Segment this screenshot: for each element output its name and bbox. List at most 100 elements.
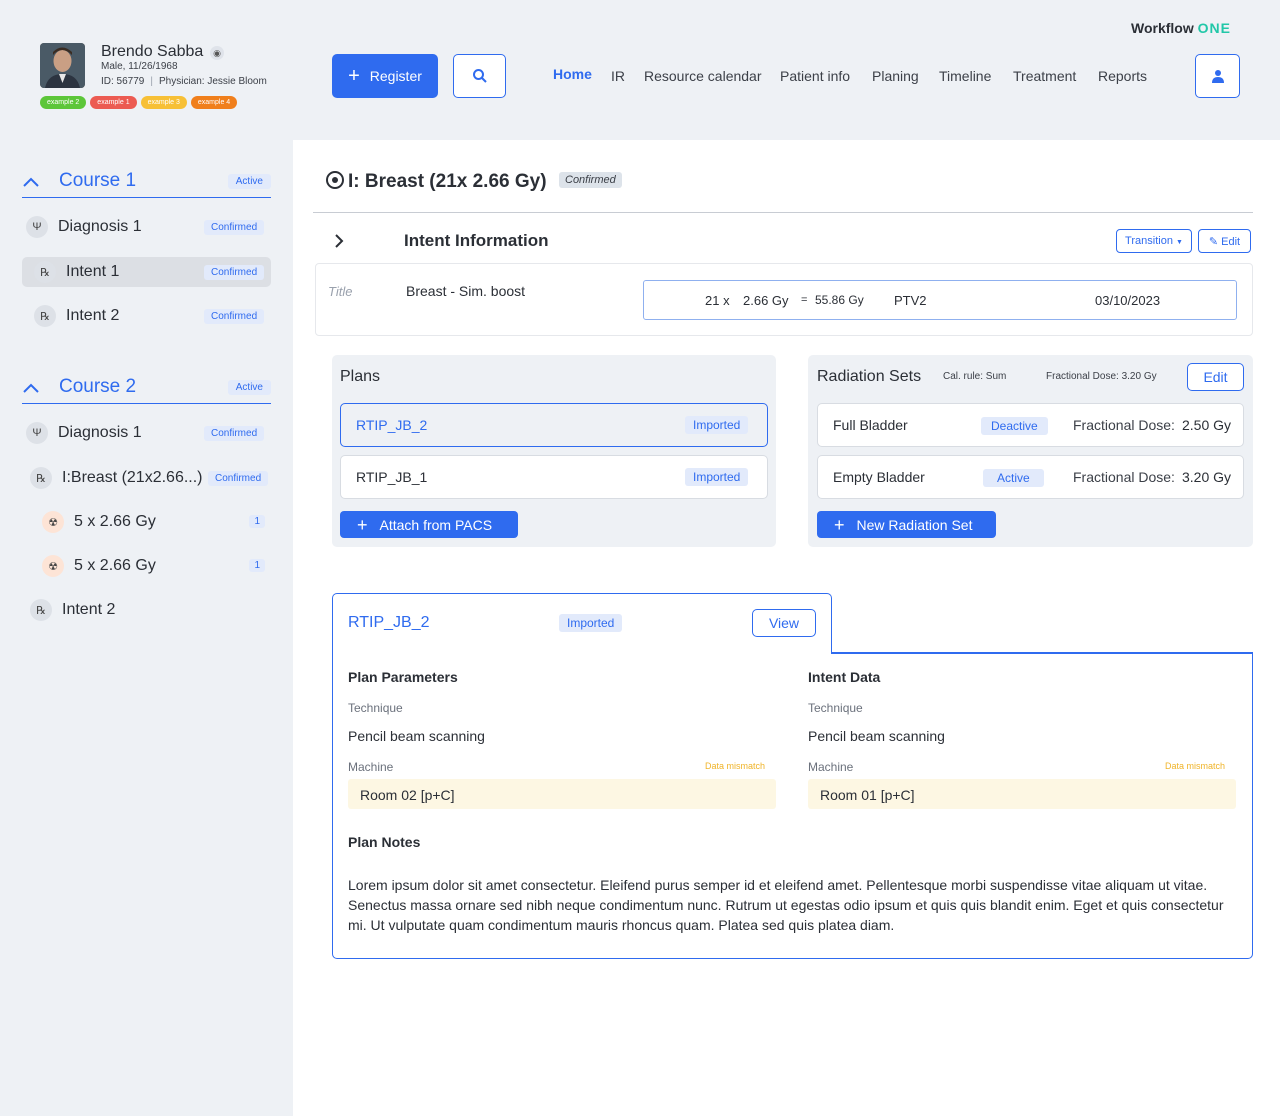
app-logo: Workflow ONE (1131, 20, 1231, 36)
nav-resource-calendar[interactable]: Resource calendar (644, 68, 762, 84)
fractional-dose-value: 3.20 Gy (1182, 469, 1232, 485)
chevron-right-icon[interactable] (333, 233, 345, 249)
course-1-header[interactable]: Course 1 Active (22, 168, 271, 198)
fractions: 21 x (705, 293, 730, 308)
logo-one: ONE (1197, 20, 1231, 36)
eye-icon[interactable]: ◉ (210, 46, 224, 60)
status-badge: Confirmed (559, 172, 622, 188)
title-value: Breast - Sim. boost (406, 283, 526, 299)
edit-intent-button[interactable]: ✎ Edit (1198, 229, 1251, 253)
tag: example 1 (90, 96, 137, 109)
sidebar-item-diagnosis[interactable]: Ψ Diagnosis 1 Confirmed (22, 212, 271, 242)
new-radiation-set-button[interactable]: + New Radiation Set (817, 511, 996, 538)
nav-planing[interactable]: Planing (872, 68, 919, 84)
course-2-header[interactable]: Course 2 Active (22, 374, 271, 404)
sidebar-item-label: 5 x 2.66 Gy (74, 557, 156, 574)
title-label: Title (328, 284, 353, 299)
intent-date: 03/10/2023 (1095, 293, 1161, 308)
course-title: Course 1 (59, 170, 137, 191)
intent-machine-value: Room 01 [p+C] (820, 787, 915, 803)
edit-radiation-sets-button[interactable]: Edit (1187, 363, 1244, 391)
status-badge: Confirmed (204, 265, 265, 280)
radiation-set-name: Full Bladder (833, 417, 908, 433)
nav-ir[interactable]: IR (611, 68, 625, 84)
plan-name: RTIP_JB_1 (356, 469, 428, 485)
new-radiation-set-label: New Radiation Set (856, 516, 973, 533)
fractional-dose-value: 2.50 Gy (1182, 417, 1232, 433)
nav-patient-info[interactable]: Patient info (780, 68, 850, 84)
sidebar-item-intent[interactable]: ℞ Intent 2 (22, 595, 271, 625)
nav-home[interactable]: Home (553, 66, 592, 82)
register-label: Register (369, 68, 422, 84)
status-badge: Active (227, 380, 271, 395)
patient-id: ID: 56779 (101, 76, 145, 87)
sidebar-item-intent[interactable]: ℞ I:Breast (21x2.66...) Confirmed (22, 463, 271, 493)
register-button[interactable]: + Register (332, 54, 438, 98)
avatar[interactable] (40, 43, 85, 88)
count-badge: 1 (249, 515, 265, 528)
plan-name: RTIP_JB_2 (356, 417, 428, 433)
technique-label: Technique (808, 701, 863, 715)
radiation-sets-title: Radiation Sets (817, 368, 922, 385)
radiation-set-name: Empty Bladder (833, 469, 925, 485)
plan-row[interactable]: RTIP_JB_1 Imported (340, 455, 768, 499)
cal-rule: Cal. rule: Sum (943, 371, 1007, 382)
nav-timeline[interactable]: Timeline (939, 68, 991, 84)
equals-sign: = (801, 294, 808, 306)
radiation-set-row[interactable]: Empty Bladder Active Fractional Dose: 3.… (817, 455, 1244, 499)
fractional-dose-label: Fractional Dose: (1073, 469, 1175, 485)
sidebar-item-intent[interactable]: ℞ Intent 1 Confirmed (22, 257, 271, 287)
status-badge: Imported (685, 468, 749, 486)
user-button[interactable] (1195, 54, 1240, 98)
status-badge: Deactive (981, 417, 1048, 435)
tag: example 4 (190, 96, 238, 109)
target-volume: PTV2 (894, 293, 927, 308)
total-dose: 55.86 Gy (815, 293, 864, 307)
stethoscope-icon: Ψ (26, 216, 48, 238)
sidebar-item-intent[interactable]: ℞ Intent 2 Confirmed (22, 301, 271, 331)
patient-ids: ID: 56779 | Physician: Jessie Bloom (101, 76, 267, 87)
machine-label: Machine (348, 760, 394, 774)
prescription-icon: ℞ (30, 599, 52, 621)
transition-label: Transition (1125, 235, 1173, 247)
intent-technique-value: Pencil beam scanning (808, 728, 945, 744)
chevron-up-icon (23, 383, 39, 393)
nav-reports[interactable]: Reports (1098, 68, 1147, 84)
radiation-icon: ☢ (42, 555, 64, 577)
target-icon (326, 171, 344, 189)
tag: example 2 (40, 96, 87, 109)
status-badge: Imported (559, 614, 623, 632)
dose-summary: 21 x 2.66 Gy = 55.86 Gy PTV2 03/10/2023 (643, 280, 1237, 320)
prescription-icon: ℞ (34, 261, 56, 283)
sidebar-item-diagnosis[interactable]: Ψ Diagnosis 1 Confirmed (22, 418, 271, 448)
patient-demographics: Male, 11/26/1968 (101, 61, 178, 72)
count-badge: 1 (249, 559, 265, 572)
sidebar-item-radiation-set[interactable]: ☢ 5 x 2.66 Gy 1 (22, 507, 271, 537)
stethoscope-icon: Ψ (26, 422, 48, 444)
fractional-dose-label: Fractional Dose: (1073, 417, 1175, 433)
pencil-icon: ✎ (1208, 235, 1219, 248)
nav-treatment[interactable]: Treatment (1013, 68, 1076, 84)
edit-label: Edit (1221, 235, 1241, 248)
search-button[interactable] (453, 54, 506, 98)
logo-text: Workflow (1131, 20, 1198, 36)
course-title: Course 2 (59, 376, 137, 397)
caret-down-icon: ▼ (1176, 239, 1183, 246)
status-badge: Active (227, 174, 271, 189)
attach-label: Attach from PACS (379, 516, 493, 533)
sidebar-item-radiation-set[interactable]: ☢ 5 x 2.66 Gy 1 (22, 551, 271, 581)
technique-label: Technique (348, 701, 403, 715)
plan-row[interactable]: RTIP_JB_2 Imported (340, 403, 768, 447)
status-badge: Confirmed (204, 426, 265, 441)
transition-button[interactable]: Transition ▼ (1116, 229, 1192, 253)
divider (313, 212, 1253, 213)
attach-from-pacs-button[interactable]: + Attach from PACS (340, 511, 518, 538)
status-badge: Imported (685, 416, 749, 434)
view-button[interactable]: View (752, 609, 816, 637)
status-badge: Confirmed (208, 471, 269, 486)
intent-data-title: Intent Data (808, 669, 881, 685)
machine-label: Machine (808, 760, 854, 774)
plans-title: Plans (340, 368, 381, 385)
patient-physician: Physician: Jessie Bloom (158, 76, 267, 87)
radiation-set-row[interactable]: Full Bladder Deactive Fractional Dose: 2… (817, 403, 1244, 447)
